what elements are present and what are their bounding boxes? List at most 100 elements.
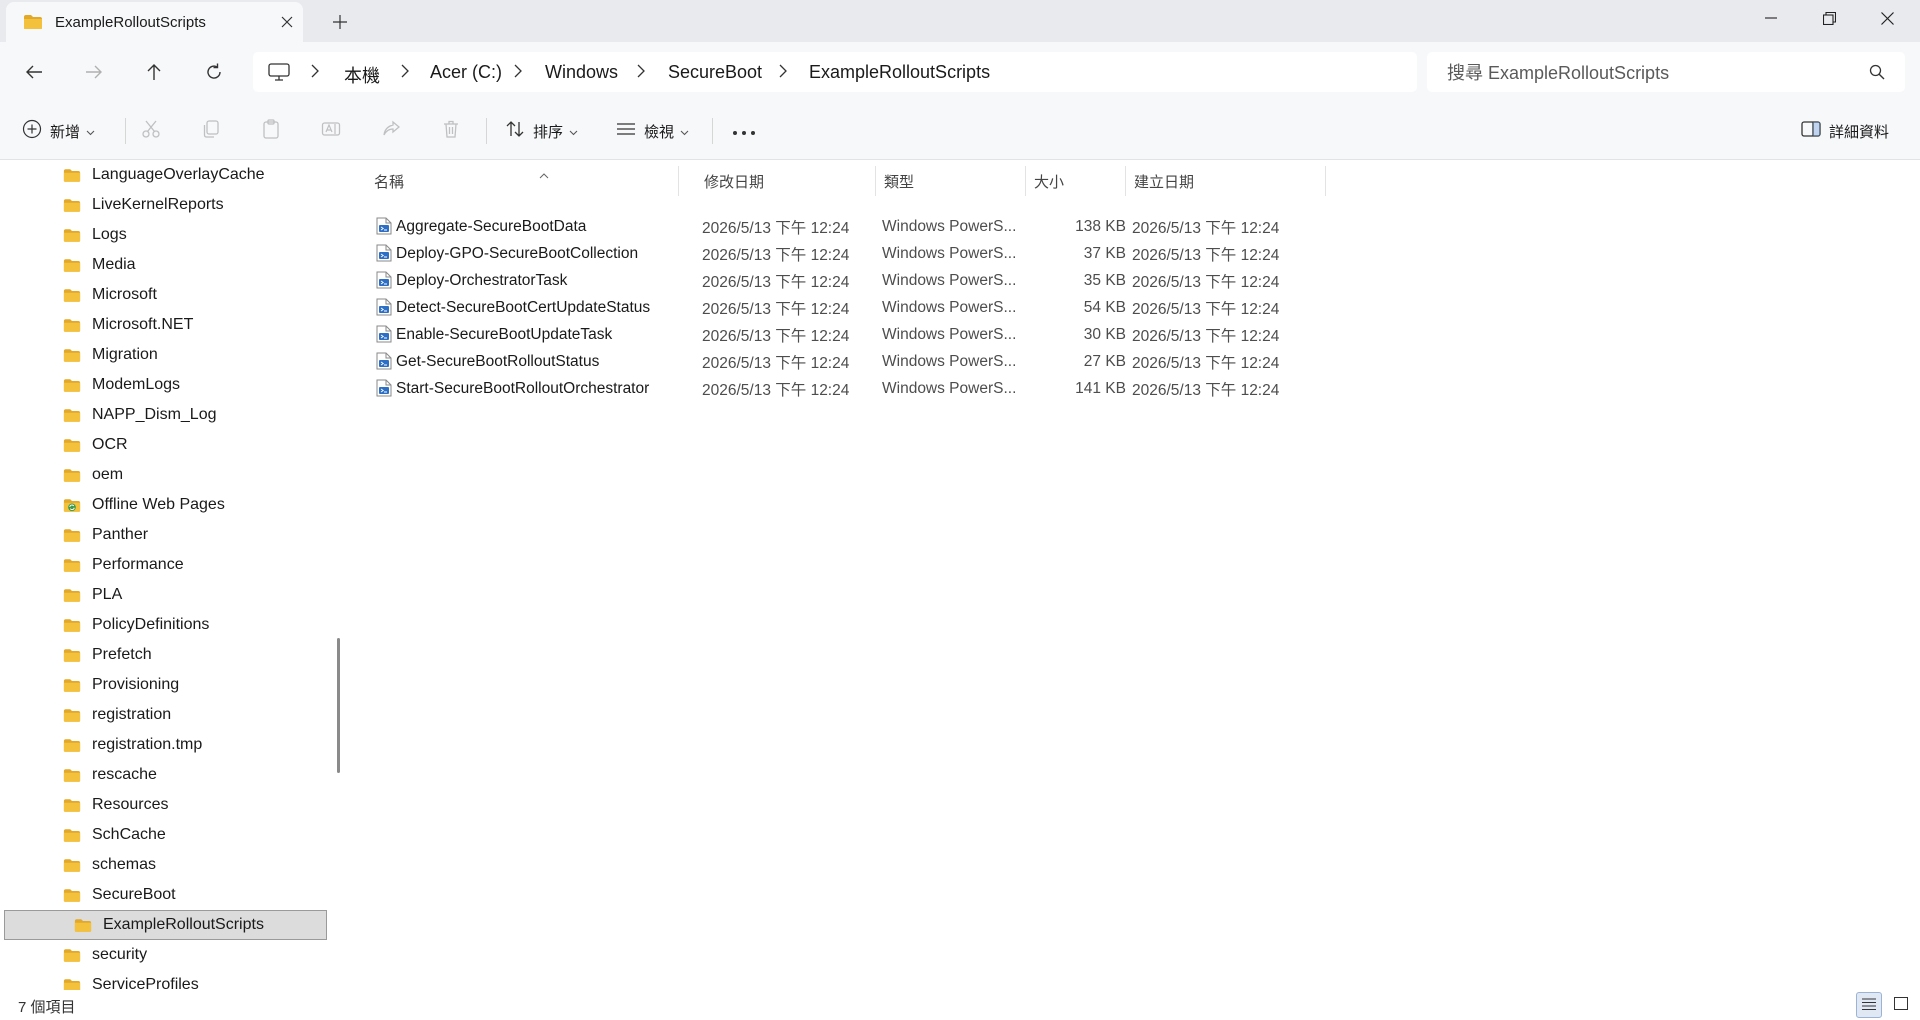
file-row[interactable]: Start-SecureBootRolloutOrchestrator 2026/… — [362, 375, 1672, 402]
refresh-button[interactable] — [196, 54, 232, 90]
rename-button[interactable] — [321, 114, 341, 148]
column-header-type[interactable]: 類型 — [876, 166, 1026, 196]
restore-button[interactable] — [1799, 0, 1859, 36]
folder-icon — [63, 198, 81, 213]
clipboard-icon — [261, 119, 281, 143]
sidebar-item[interactable]: Performance — [0, 550, 326, 580]
more-options-button[interactable] — [732, 114, 756, 148]
new-tab-button[interactable] — [326, 10, 354, 34]
search-icon[interactable] — [1869, 64, 1885, 84]
file-row[interactable]: Deploy-OrchestratorTask 2026/5/13 下午 12:2… — [362, 267, 1672, 294]
tab-active[interactable]: ExampleRolloutScripts — [6, 2, 303, 42]
share-button[interactable] — [381, 114, 401, 148]
file-row[interactable]: Enable-SecureBootUpdateTask 2026/5/13 下午 … — [362, 321, 1672, 348]
sidebar-item-label: Offline Web Pages — [92, 496, 225, 513]
sidebar-item[interactable]: Migration — [0, 340, 326, 370]
navigation-pane[interactable]: LanguageOverlayCache LiveKernelReports Log… — [0, 160, 336, 990]
column-header-modified[interactable]: 修改日期 — [696, 166, 876, 196]
sidebar-item[interactable]: Provisioning — [0, 670, 326, 700]
scissors-icon — [141, 119, 161, 143]
sidebar-item[interactable]: ModemLogs — [0, 370, 326, 400]
sidebar-item[interactable]: Prefetch — [0, 640, 326, 670]
details-view-button[interactable] — [1856, 992, 1882, 1018]
sidebar-item[interactable]: OCR — [0, 430, 326, 460]
up-button[interactable] — [136, 54, 172, 90]
sidebar-item[interactable]: Media — [0, 250, 326, 280]
sidebar-item[interactable]: ExampleRolloutScripts — [4, 910, 327, 940]
back-button[interactable] — [16, 54, 52, 90]
breadcrumb-secureboot[interactable]: SecureBoot — [668, 62, 762, 83]
details-pane-button[interactable]: 詳細資料 — [1801, 114, 1889, 148]
address-bar[interactable]: 本機 Acer (C:) Windows SecureBoot ExampleR… — [253, 52, 1417, 92]
new-button[interactable]: 新增 — [22, 114, 95, 148]
sidebar-item[interactable]: Microsoft — [0, 280, 326, 310]
column-header-size[interactable]: 大小 — [1026, 166, 1126, 196]
search-box[interactable] — [1427, 52, 1905, 92]
file-row[interactable]: Detect-SecureBootCertUpdateStatus 2026/5/… — [362, 294, 1672, 321]
sidebar-item[interactable]: LanguageOverlayCache — [0, 160, 326, 190]
copy-button[interactable] — [201, 114, 221, 148]
sidebar-item[interactable]: rescache — [0, 760, 326, 790]
column-header-name[interactable]: 名稱 — [366, 166, 679, 196]
breadcrumb-windows[interactable]: Windows — [545, 62, 618, 83]
sidebar-item[interactable]: security — [0, 940, 326, 970]
chevron-right-icon[interactable] — [400, 64, 410, 82]
sidebar-item-label: OCR — [92, 436, 128, 453]
sidebar-item[interactable]: Panther — [0, 520, 326, 550]
file-type: Windows PowerS... — [882, 217, 1017, 235]
computer-icon[interactable] — [268, 63, 290, 85]
breadcrumb-drive[interactable]: Acer (C:) — [430, 62, 502, 83]
forward-button[interactable] — [76, 54, 112, 90]
breadcrumb-current[interactable]: ExampleRolloutScripts — [809, 62, 990, 83]
chevron-right-icon[interactable] — [310, 64, 320, 82]
sidebar-item[interactable]: registration.tmp — [0, 730, 326, 760]
chevron-right-icon[interactable] — [778, 64, 788, 82]
navigation-bar: 本機 Acer (C:) Windows SecureBoot ExampleR… — [0, 42, 1920, 102]
sidebar-item[interactable]: oem — [0, 460, 326, 490]
sidebar-scrollbar[interactable] — [337, 638, 340, 773]
sidebar-item[interactable]: ServiceProfiles — [0, 970, 326, 990]
sidebar-item[interactable]: PLA — [0, 580, 326, 610]
sidebar-item[interactable]: Microsoft.NET — [0, 310, 326, 340]
sidebar-item[interactable]: schemas — [0, 850, 326, 880]
column-header-created[interactable]: 建立日期 — [1126, 166, 1326, 196]
tab-title: ExampleRolloutScripts — [55, 14, 206, 31]
sidebar-item[interactable]: SecureBoot — [0, 880, 326, 910]
minimize-button[interactable] — [1741, 0, 1801, 36]
sidebar-item[interactable]: Logs — [0, 220, 326, 250]
chevron-down-icon — [86, 123, 95, 140]
sidebar-item[interactable]: Resources — [0, 790, 326, 820]
powershell-file-icon — [376, 325, 392, 347]
file-type: Windows PowerS... — [882, 271, 1017, 289]
sidebar-item[interactable]: SchCache — [0, 820, 326, 850]
folder-icon — [63, 318, 81, 333]
delete-button[interactable] — [441, 114, 461, 148]
sidebar-item[interactable]: registration — [0, 700, 326, 730]
large-icons-view-button[interactable] — [1888, 992, 1914, 1018]
view-button[interactable]: 檢視 — [616, 114, 689, 148]
close-tab-icon[interactable] — [275, 10, 299, 34]
sidebar-item[interactable]: PolicyDefinitions — [0, 610, 326, 640]
sort-button[interactable]: 排序 — [505, 114, 578, 148]
file-row[interactable]: Aggregate-SecureBootData 2026/5/13 下午 12:… — [362, 213, 1672, 240]
tiles-view-icon — [1894, 996, 1908, 1014]
file-name: Deploy-GPO-SecureBootCollection — [396, 244, 639, 262]
file-row[interactable]: Deploy-GPO-SecureBootCollection 2026/5/13… — [362, 240, 1672, 267]
cut-button[interactable] — [141, 114, 161, 148]
breadcrumb-this-pc[interactable]: 本機 — [344, 62, 380, 88]
file-row[interactable]: Get-SecureBootRolloutStatus 2026/5/13 下午 … — [362, 348, 1672, 375]
folder-icon — [63, 588, 81, 603]
search-input[interactable] — [1445, 60, 1869, 86]
chevron-right-icon[interactable] — [636, 64, 646, 82]
more-icon — [732, 123, 756, 140]
file-modified: 2026/5/13 下午 12:24 — [702, 354, 850, 372]
chevron-right-icon[interactable] — [513, 64, 523, 82]
close-window-button[interactable] — [1857, 0, 1917, 36]
chevron-down-icon — [680, 123, 689, 140]
sidebar-item[interactable]: Offline Web Pages — [0, 490, 326, 520]
paste-button[interactable] — [261, 114, 281, 148]
sidebar-item[interactable]: LiveKernelReports — [0, 190, 326, 220]
sidebar-item-label: security — [92, 946, 148, 963]
item-count: 7 個項目 — [18, 999, 76, 1016]
sidebar-item[interactable]: NAPP_Dism_Log — [0, 400, 326, 430]
